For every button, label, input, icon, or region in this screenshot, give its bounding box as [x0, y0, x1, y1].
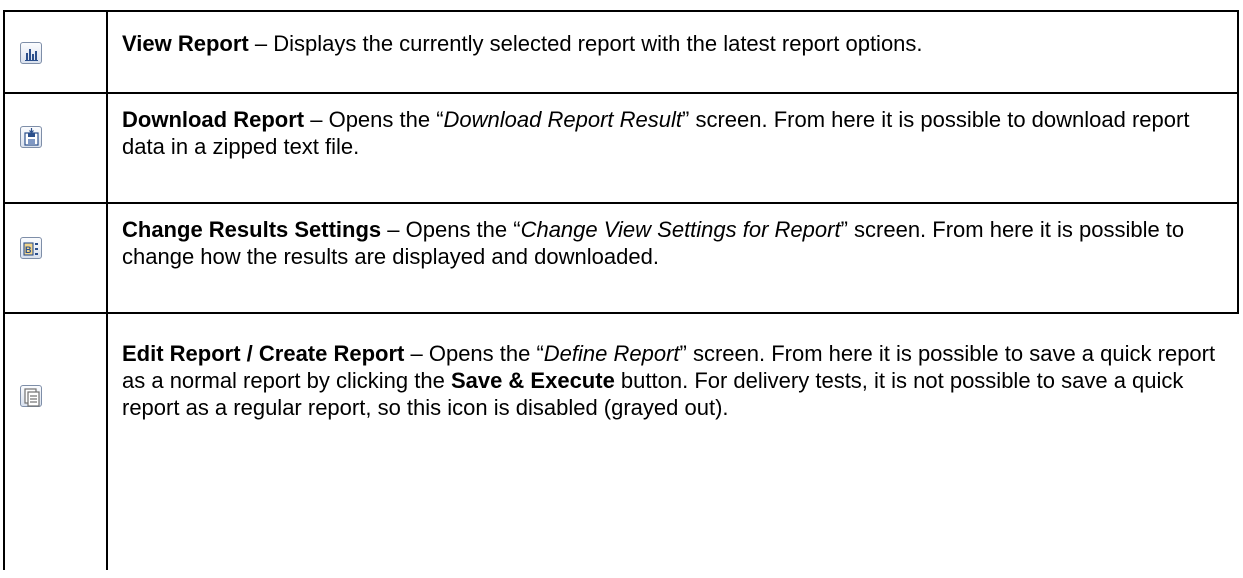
edit-document-icon[interactable]: [20, 385, 42, 407]
row-title: Change Results Settings: [122, 217, 382, 242]
description-cell: Download Report – Opens the “Download Re…: [106, 92, 1239, 204]
screen-name: Change View Settings for Report: [520, 217, 841, 242]
description-cell: Change Results Settings – Opens the “Cha…: [106, 202, 1239, 314]
save-execute-label: Save & Execute: [450, 368, 615, 393]
download-disk-icon[interactable]: [20, 126, 42, 148]
icon-cell: [3, 312, 108, 570]
icon-reference-table: View Report – Displays the currently sel…: [3, 10, 1239, 570]
row-description: Displays the currently selected report w…: [273, 31, 923, 56]
table-row: B Change Results Settings – Opens the “C…: [3, 202, 1239, 314]
row-title: Edit Report / Create Report: [122, 341, 405, 366]
table-row: Edit Report / Create Report – Opens the …: [3, 312, 1238, 570]
settings-grid-icon[interactable]: B: [20, 237, 42, 259]
table-row: Download Report – Opens the “Download Re…: [3, 92, 1239, 204]
icon-cell: B: [3, 202, 108, 314]
bar-chart-icon[interactable]: [20, 42, 42, 64]
screen-name: Define Report: [543, 341, 680, 366]
row-title: View Report: [122, 31, 249, 56]
screen-name: Download Report Result: [443, 107, 682, 132]
icon-cell: [3, 92, 108, 204]
row-title: Download Report: [122, 107, 305, 132]
svg-text:B: B: [25, 245, 32, 255]
description-cell: Edit Report / Create Report – Opens the …: [106, 312, 1238, 570]
icon-cell: [3, 10, 108, 94]
table-row: View Report – Displays the currently sel…: [3, 10, 1239, 94]
description-cell: View Report – Displays the currently sel…: [106, 10, 1239, 94]
